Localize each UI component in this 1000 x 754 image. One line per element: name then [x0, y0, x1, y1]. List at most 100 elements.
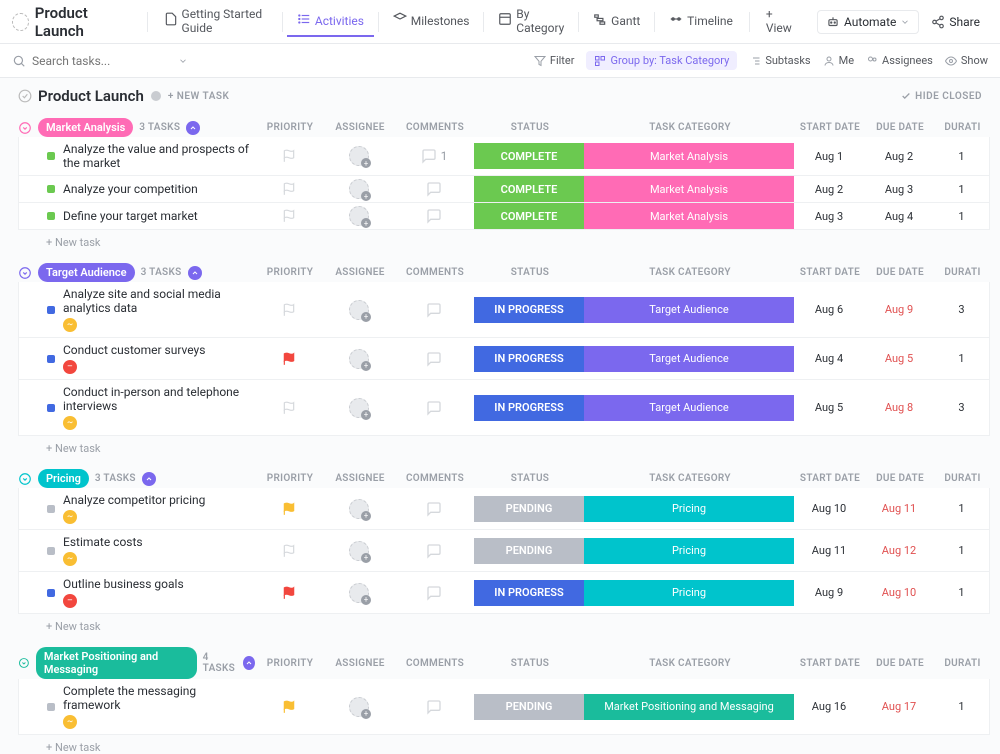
me-button[interactable]: Me [823, 54, 854, 67]
status-cell[interactable]: IN PROGRESS [474, 580, 584, 606]
assignee-avatar[interactable] [349, 697, 369, 717]
filter-button[interactable]: Filter [534, 54, 575, 67]
task-name[interactable]: Conduct in-person and telephone intervie… [19, 380, 254, 435]
tab-activities[interactable]: Activities [287, 6, 374, 37]
status-cell[interactable]: IN PROGRESS [474, 346, 584, 372]
start-date[interactable]: Aug 3 [794, 203, 864, 229]
tab-timeline[interactable]: Timeline [659, 6, 743, 37]
assignee-avatar[interactable] [349, 300, 369, 320]
duration[interactable]: 1 [934, 580, 989, 606]
comment-icon[interactable] [426, 501, 442, 517]
task-name[interactable]: Analyze the value and prospects of the m… [19, 137, 254, 175]
comment-icon[interactable] [426, 400, 442, 416]
info-icon[interactable] [150, 90, 162, 102]
new-task-button[interactable]: + NEW TASK [168, 91, 230, 102]
new-task-row[interactable]: + New task [18, 735, 990, 754]
comment-icon[interactable] [426, 181, 442, 197]
assignee-avatar[interactable] [349, 179, 369, 199]
start-date[interactable]: Aug 10 [794, 496, 864, 522]
groupby-button[interactable]: Group by: Task Category [586, 51, 737, 70]
task-name[interactable]: Analyze your competition [19, 177, 254, 201]
due-date[interactable]: Aug 11 [864, 496, 934, 522]
add-view-button[interactable]: + View [756, 1, 809, 43]
sort-icon[interactable] [142, 472, 156, 486]
duration[interactable]: 1 [934, 203, 989, 229]
status-cell[interactable]: PENDING [474, 694, 584, 720]
task-row[interactable]: Analyze competitor pricing~ PENDING Pric… [18, 488, 990, 530]
collapse-icon[interactable] [18, 89, 32, 103]
comment-icon[interactable] [426, 585, 442, 601]
new-task-row[interactable]: + New task [18, 230, 990, 249]
flag-icon[interactable] [282, 209, 296, 223]
task-row[interactable]: Analyze site and social media analytics … [18, 282, 990, 338]
category-cell[interactable]: Market Analysis [584, 176, 794, 202]
due-date[interactable]: Aug 17 [864, 694, 934, 720]
task-name[interactable]: Estimate costs~ [19, 530, 254, 571]
category-cell[interactable]: Target Audience [584, 297, 794, 323]
category-cell[interactable]: Market Positioning and Messaging [584, 694, 794, 720]
assignee-avatar[interactable] [349, 206, 369, 226]
flag-icon[interactable] [282, 544, 296, 558]
task-name[interactable]: Outline business goals– [19, 572, 254, 613]
new-task-row[interactable]: + New task [18, 614, 990, 633]
start-date[interactable]: Aug 16 [794, 694, 864, 720]
expand-icon[interactable] [18, 472, 32, 486]
show-button[interactable]: Show [945, 54, 988, 67]
sort-icon[interactable] [243, 656, 255, 670]
status-cell[interactable]: COMPLETE [474, 176, 584, 202]
flag-icon[interactable] [282, 352, 296, 366]
subtasks-button[interactable]: Subtasks [749, 54, 810, 67]
flag-icon[interactable] [282, 182, 296, 196]
start-date[interactable]: Aug 9 [794, 580, 864, 606]
start-date[interactable]: Aug 4 [794, 346, 864, 372]
status-cell[interactable]: IN PROGRESS [474, 395, 584, 421]
task-row[interactable]: Analyze the value and prospects of the m… [18, 137, 990, 176]
status-cell[interactable]: COMPLETE [474, 143, 584, 169]
task-name[interactable]: Analyze competitor pricing~ [19, 488, 254, 529]
expand-icon[interactable] [18, 121, 32, 135]
duration[interactable]: 1 [934, 176, 989, 202]
comment-icon[interactable] [421, 148, 437, 164]
comment-icon[interactable] [426, 351, 442, 367]
assignee-avatar[interactable] [349, 499, 369, 519]
flag-icon[interactable] [282, 586, 296, 600]
comment-icon[interactable] [426, 699, 442, 715]
flag-icon[interactable] [282, 700, 296, 714]
assignees-button[interactable]: Assignees [866, 54, 933, 67]
assignee-avatar[interactable] [349, 349, 369, 369]
new-task-row[interactable]: + New task [18, 436, 990, 455]
duration[interactable]: 1 [934, 496, 989, 522]
comment-icon[interactable] [426, 302, 442, 318]
task-row[interactable]: Conduct customer surveys– IN PROGRESS Ta… [18, 338, 990, 380]
duration[interactable]: 3 [934, 297, 989, 323]
duration[interactable]: 3 [934, 395, 989, 421]
duration[interactable]: 1 [934, 346, 989, 372]
start-date[interactable]: Aug 11 [794, 538, 864, 564]
start-date[interactable]: Aug 2 [794, 176, 864, 202]
search[interactable] [12, 54, 522, 68]
start-date[interactable]: Aug 1 [794, 143, 864, 169]
share-button[interactable]: Share [923, 11, 988, 33]
group-name[interactable]: Target Audience [38, 263, 135, 282]
task-row[interactable]: Complete the messaging framework~ PENDIN… [18, 679, 990, 735]
duration[interactable]: 1 [934, 143, 989, 169]
task-row[interactable]: Outline business goals– IN PROGRESS Pric… [18, 572, 990, 614]
group-name[interactable]: Pricing [38, 469, 89, 488]
comment-icon[interactable] [426, 208, 442, 224]
flag-icon[interactable] [282, 149, 296, 163]
start-date[interactable]: Aug 6 [794, 297, 864, 323]
status-cell[interactable]: PENDING [474, 496, 584, 522]
comment-icon[interactable] [426, 543, 442, 559]
status-cell[interactable]: IN PROGRESS [474, 297, 584, 323]
category-cell[interactable]: Pricing [584, 496, 794, 522]
group-name[interactable]: Market Positioning and Messaging [36, 647, 197, 679]
task-row[interactable]: Define your target market COMPLETE Marke… [18, 203, 990, 230]
due-date[interactable]: Aug 12 [864, 538, 934, 564]
tab-getting-started-guide[interactable]: Getting Started Guide [154, 1, 279, 43]
task-name[interactable]: Complete the messaging framework~ [19, 679, 254, 734]
status-cell[interactable]: PENDING [474, 538, 584, 564]
sort-icon[interactable] [186, 121, 200, 135]
search-input[interactable] [32, 54, 172, 68]
status-cell[interactable]: COMPLETE [474, 203, 584, 229]
tab-gantt[interactable]: Gantt [583, 6, 650, 37]
